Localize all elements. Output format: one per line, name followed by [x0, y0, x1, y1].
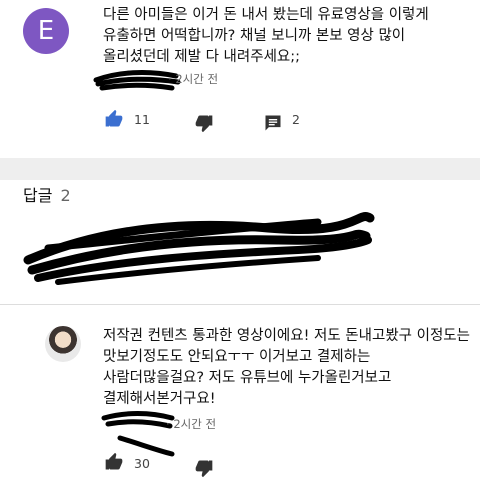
avatar[interactable]: E: [23, 8, 69, 54]
thumbs-up-icon[interactable]: [104, 452, 124, 472]
thumbs-up-icon[interactable]: [104, 109, 124, 129]
redacted-reply-scribble: [23, 212, 375, 285]
reply-timestamp: · 2시간 전: [166, 417, 217, 431]
reply-text: 저작권 컨텐츠 통과한 영상이에요! 저도 돈내고봤구 이정도는 맛보기정도도 …: [103, 328, 470, 407]
reply-comment-icon[interactable]: [263, 113, 283, 133]
avatar[interactable]: [45, 326, 81, 362]
comment-text: 다른 아미들은 이거 돈 내서 봤는데 유료영상을 이렇게 유출하면 어떡합니까…: [103, 7, 429, 65]
thumbs-down-icon[interactable]: [194, 113, 214, 133]
separator-line: [0, 304, 480, 305]
section-divider: [0, 158, 480, 180]
reply-count: 2: [292, 112, 300, 127]
thumbs-down-icon[interactable]: [194, 458, 214, 478]
comment-timestamp: · 2시간 전: [168, 72, 219, 86]
like-count: 11: [134, 112, 150, 127]
like-count: 30: [134, 456, 150, 471]
